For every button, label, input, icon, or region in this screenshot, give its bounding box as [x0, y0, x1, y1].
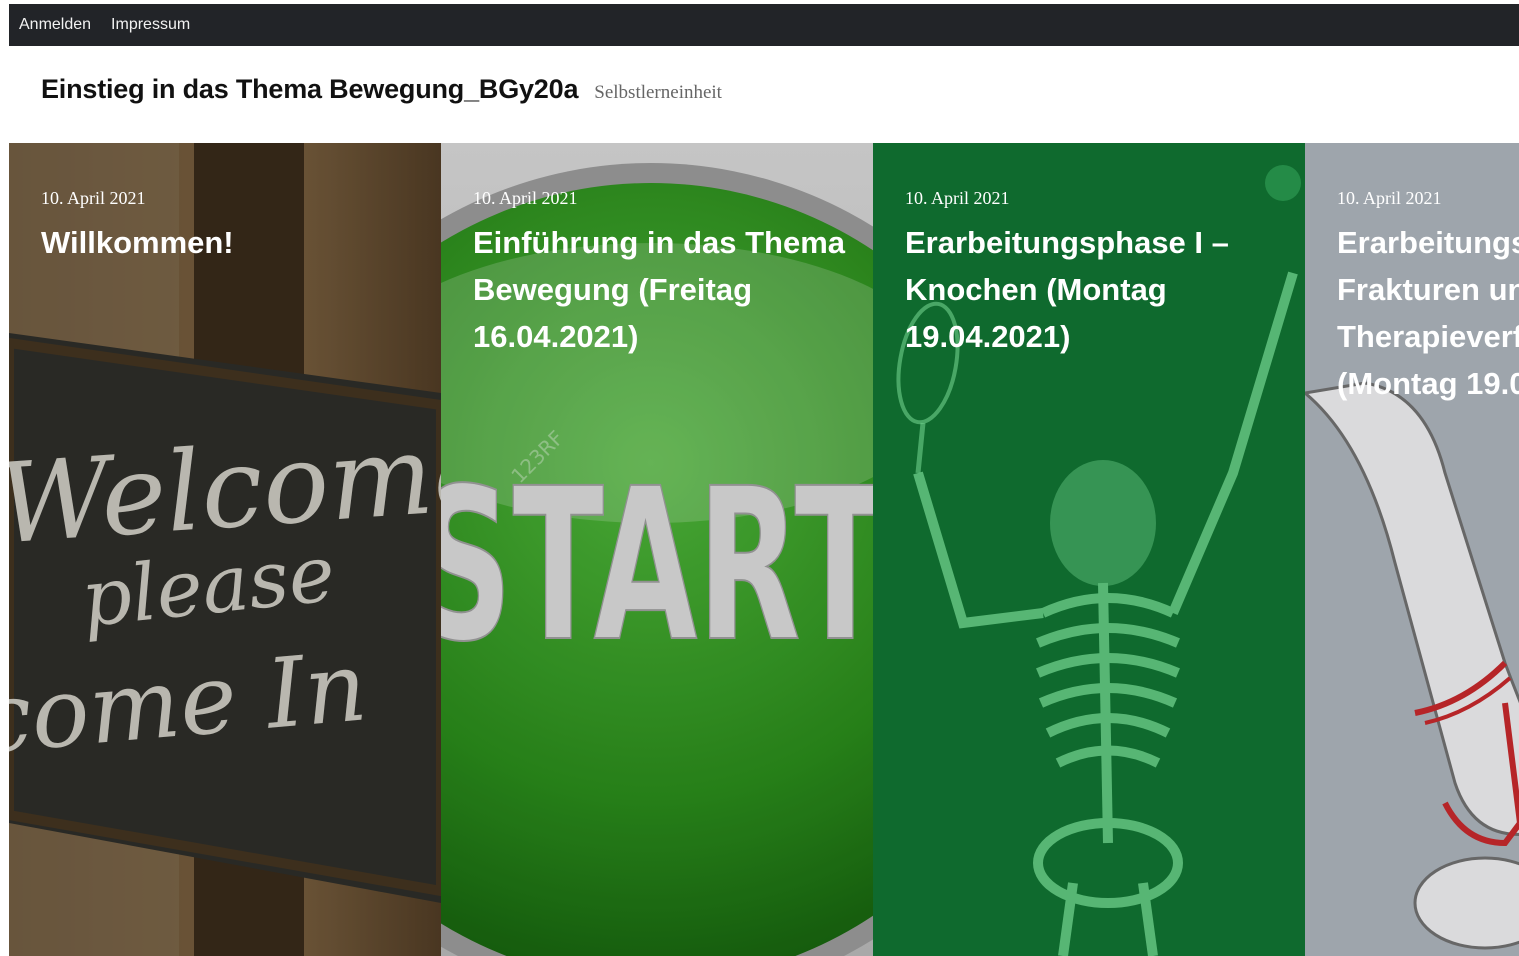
post-date: 10. April 2021: [473, 188, 578, 208]
post-card-erarbeitungsphase-2[interactable]: 10. April 2021 Erarbeitungs Frakturen un…: [1305, 143, 1519, 956]
post-card-einfuehrung[interactable]: START 123RF 10. April 2021 Einführung in…: [441, 143, 873, 956]
post-grid: Welcome please come In 10. April 2021 Wi…: [9, 143, 1519, 956]
post-title[interactable]: Einführung in das Thema Bewegung (Freita…: [473, 219, 853, 360]
post-date: 10. April 2021: [905, 188, 1010, 208]
site-description: Selbstlerneinheit: [594, 82, 722, 103]
site-header: Einstieg in das Thema Bewegung_BGy20a Se…: [41, 74, 722, 105]
nav-link-anmelden[interactable]: Anmelden: [19, 16, 91, 34]
post-card-willkommen[interactable]: Welcome please come In 10. April 2021 Wi…: [9, 143, 441, 956]
post-title[interactable]: Erarbeitungsphase I – Knochen (Montag 19…: [905, 219, 1285, 360]
post-date: 10. April 2021: [41, 188, 146, 208]
top-navigation-bar: Anmelden Impressum: [9, 4, 1519, 46]
post-card-erarbeitungsphase-1[interactable]: 10. April 2021 Erarbeitungsphase I – Kno…: [873, 143, 1305, 956]
nav-link-impressum[interactable]: Impressum: [111, 16, 190, 34]
post-title[interactable]: Erarbeitungs Frakturen un Therapieverf (…: [1337, 219, 1519, 407]
post-date: 10. April 2021: [1337, 188, 1442, 208]
site-title[interactable]: Einstieg in das Thema Bewegung_BGy20a: [41, 74, 578, 105]
post-title[interactable]: Willkommen!: [41, 219, 421, 266]
